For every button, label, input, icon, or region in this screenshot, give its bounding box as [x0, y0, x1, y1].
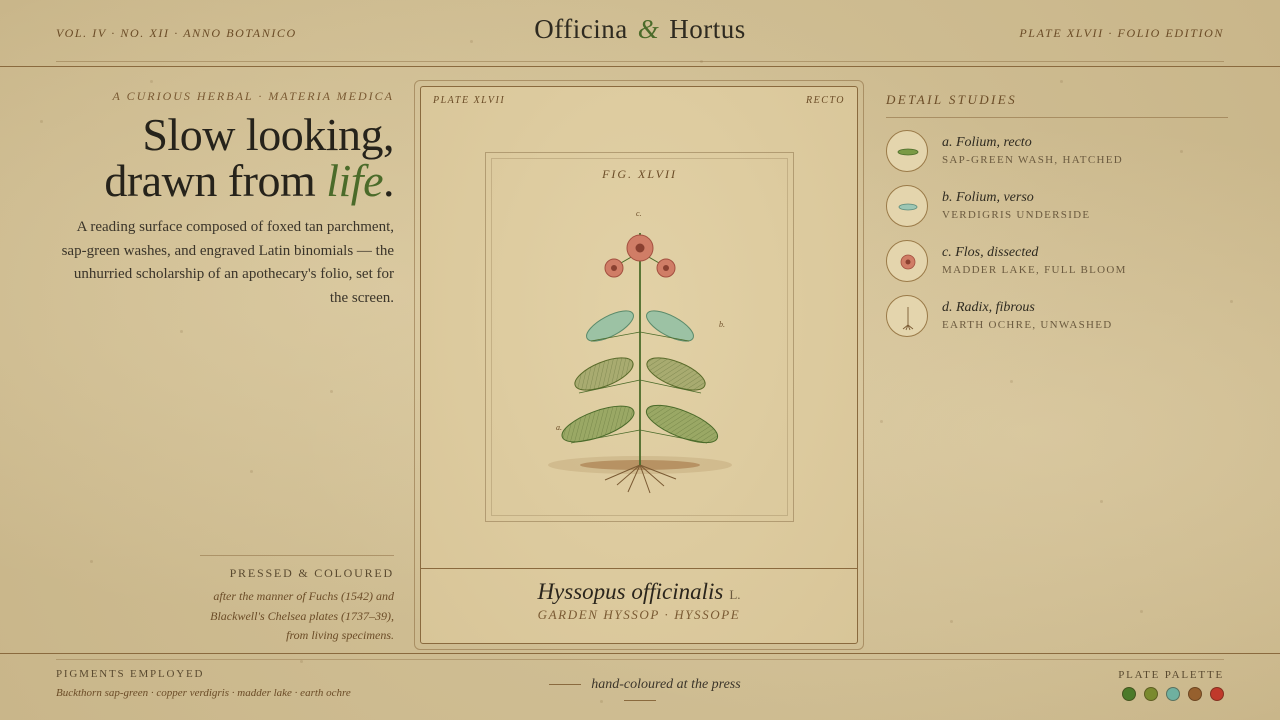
press-credit: hand-coloured at the press [520, 677, 760, 709]
marker-c: c. [636, 209, 642, 218]
species-authority: L. [729, 587, 741, 602]
page-title: Slow looking, drawn from life. [60, 112, 394, 204]
kicker: A CURIOUS HERBAL · MATERIA MEDICA [112, 89, 394, 103]
detail-study-root[interactable]: d. Radix, fibrous EARTH OCHRE, UNWASHED [886, 293, 1228, 338]
headline-line-2: drawn from life. [60, 158, 394, 204]
parchment-speck [330, 390, 333, 393]
detail-studies-title: DETAIL STUDIES [886, 92, 1228, 118]
parchment-speck [300, 660, 303, 663]
study-name: d. Radix, fibrous [942, 300, 1035, 315]
study-caption: EARTH OCHRE, UNWASHED [942, 319, 1113, 331]
lede-paragraph: A reading surface composed of foxed tan … [61, 219, 394, 306]
press-credit-text: hand-coloured at the press [591, 677, 741, 692]
palette-swatch-ochre[interactable] [1188, 687, 1202, 701]
palette-title: PLATE PALETTE [1118, 669, 1224, 681]
species-name: Hyssopus officinalis L. [421, 579, 857, 605]
study-name: a. Folium, recto [942, 135, 1032, 150]
palette-swatch-sap-green[interactable] [1122, 687, 1136, 701]
palette-swatch-madder[interactable] [1210, 687, 1224, 701]
palette-swatch-verdigris[interactable] [1166, 687, 1180, 701]
parchment-speck [40, 120, 43, 123]
detail-study-leaf-verso[interactable]: b. Folium, verso VERDIGRIS UNDERSIDE [886, 183, 1228, 228]
brand-first-word: Officina [534, 14, 628, 44]
parchment-speck [1060, 80, 1063, 83]
palette-swatch-olive[interactable] [1144, 687, 1158, 701]
pigments-list: Buckthorn sap-green · copper verdigris ·… [56, 687, 351, 699]
plate-edition-label: PLATE XLVII · FOLIO EDITION [1019, 26, 1224, 40]
headline-end: . [383, 155, 395, 206]
masthead: VOL. IV · NO. XII · ANNO BOTANICO Offici… [0, 0, 1280, 68]
parchment-speck [880, 420, 883, 423]
pressed-note: after the manner of Fuchs (1542) and Bla… [210, 589, 394, 642]
headline-accent: life [326, 155, 383, 206]
header-divider-inner [56, 61, 1224, 62]
pressed-divider [200, 555, 394, 556]
marker-a: a. [556, 423, 562, 432]
root-icon [886, 294, 928, 337]
parchment-speck [180, 330, 183, 333]
press-dash-left [549, 684, 582, 686]
press-dash-right [624, 700, 656, 702]
common-name: GARDEN HYSSOP · HYSSOPE [537, 607, 741, 622]
study-name: b. Folium, verso [942, 190, 1034, 205]
pigments-title: PIGMENTS EMPLOYED [56, 668, 205, 680]
detail-studies-panel: DETAIL STUDIES a. Folium, recto SAP-GREE… [886, 92, 1228, 338]
pressed-title: PRESSED & COLOURED [229, 566, 394, 580]
detail-study-leaf-recto[interactable]: a. Folium, recto SAP-GREEN WASH, HATCHED [886, 128, 1228, 173]
pressed-note-block: PRESSED & COLOURED after the manner of F… [200, 555, 394, 646]
study-caption: MADDER LAKE, FULL BLOOM [942, 264, 1127, 276]
footer-divider-inner [56, 659, 1224, 660]
palette-swatches [1122, 687, 1224, 701]
hyssop-illustration: c. b. a. [548, 209, 732, 494]
footer-divider [0, 653, 1280, 654]
intro-column: A CURIOUS HERBAL · MATERIA MEDICA Slow l… [60, 86, 395, 310]
parchment-speck [950, 620, 953, 623]
headline-line-1: Slow looking, [142, 109, 394, 160]
header-divider [0, 66, 1280, 67]
brand-ampersand: & [637, 14, 660, 44]
flower-icon [886, 239, 928, 282]
leaf-recto-icon [886, 129, 928, 172]
study-caption: VERDIGRIS UNDERSIDE [942, 209, 1091, 221]
detail-study-flower[interactable]: c. Flos, dissected MADDER LAKE, FULL BLO… [886, 238, 1228, 283]
study-caption: SAP-GREEN WASH, HATCHED [942, 154, 1123, 166]
marker-b: b. [719, 320, 725, 329]
parchment-speck [90, 560, 93, 563]
parchment-speck [150, 80, 153, 83]
parchment-speck [1230, 300, 1233, 303]
leaf-verso-icon [886, 184, 928, 227]
parchment-speck [1140, 610, 1143, 613]
parchment-speck [1010, 380, 1013, 383]
parchment-speck [1100, 500, 1103, 503]
headline-line-2-text: drawn from [104, 155, 327, 206]
plate-card[interactable]: PLATE XLVII RECTO FIG. XLVII c. b. a. Hy… [420, 86, 858, 644]
species-binomial: Hyssopus officinalis [537, 579, 724, 604]
parchment-speck [250, 470, 253, 473]
brand-second-word: Hortus [669, 14, 746, 44]
study-name: c. Flos, dissected [942, 245, 1039, 260]
plate-caption: Hyssopus officinalis L. GARDEN HYSSOP · H… [421, 568, 857, 643]
